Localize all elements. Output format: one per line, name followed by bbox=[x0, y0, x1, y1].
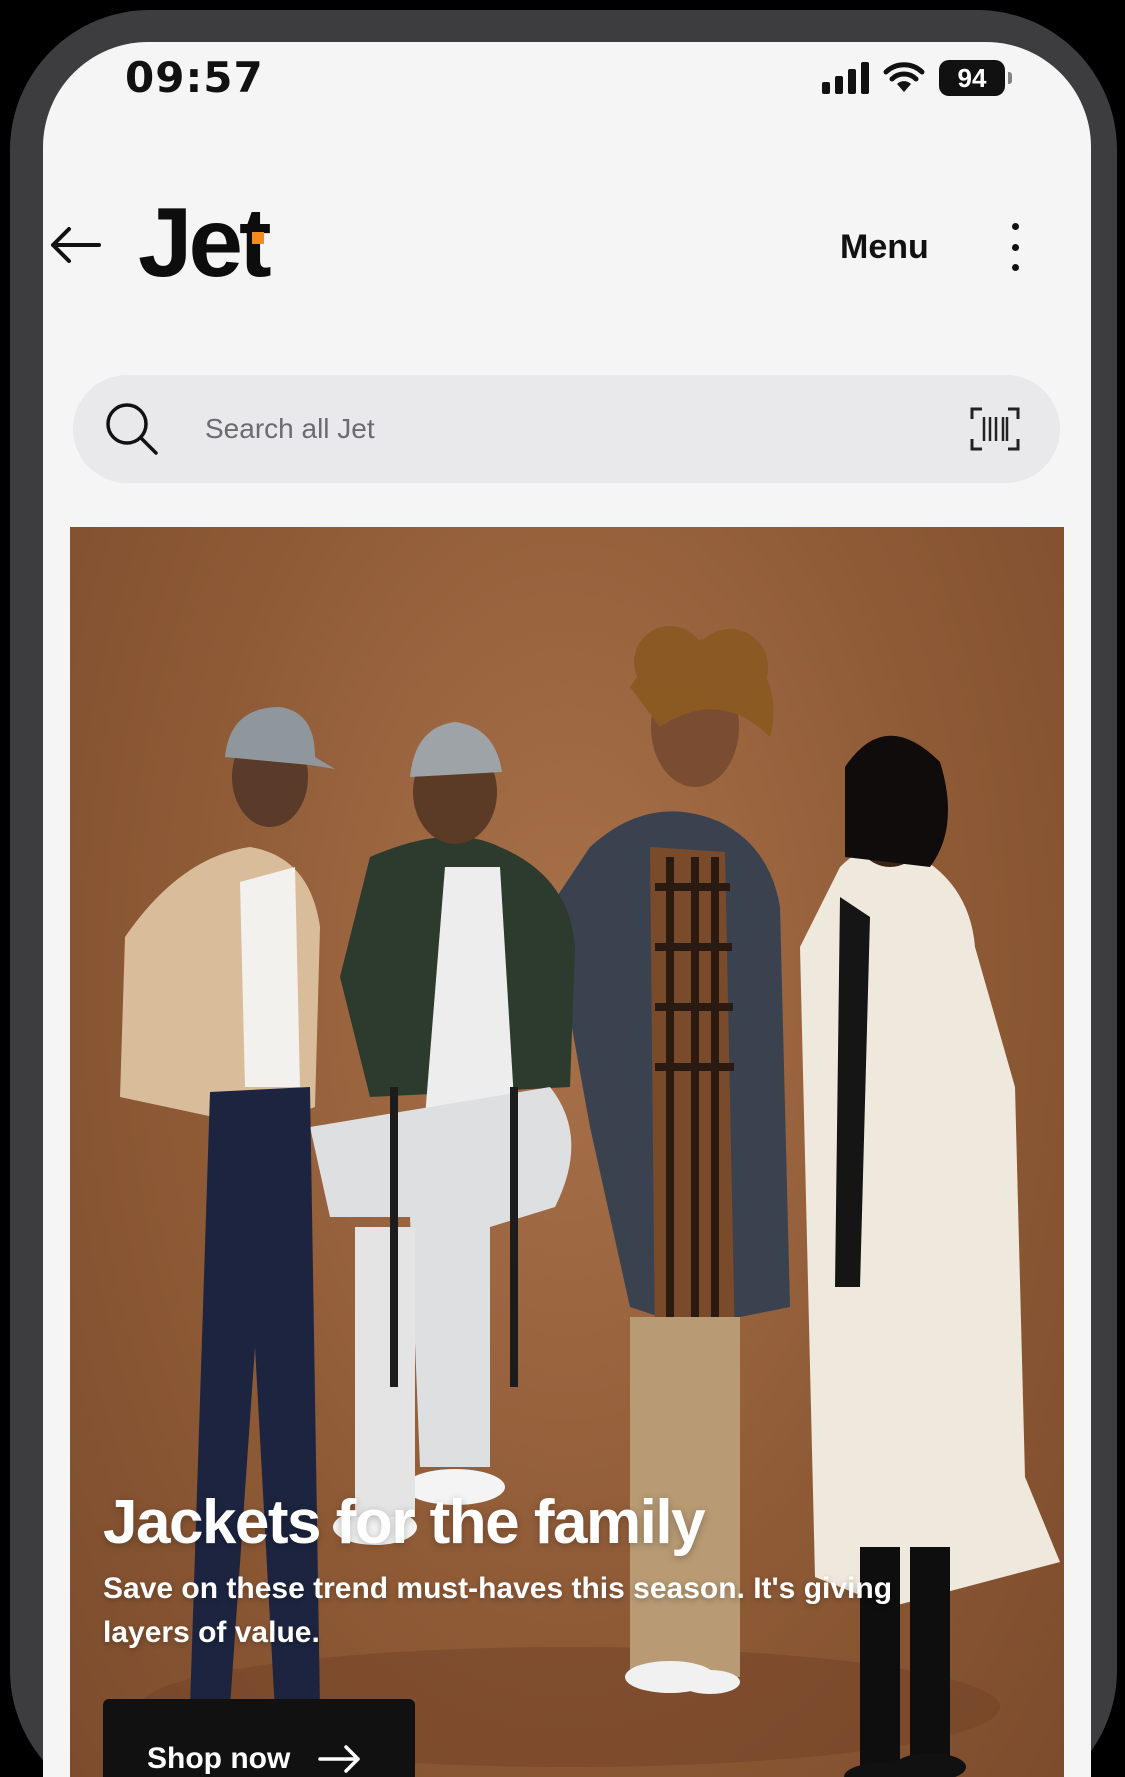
battery-indicator: 94 bbox=[939, 60, 1012, 96]
wifi-icon bbox=[883, 62, 925, 92]
back-button[interactable] bbox=[40, 215, 110, 275]
logo-accent-mark bbox=[251, 232, 264, 244]
hero-title: Jackets for the family bbox=[103, 1488, 706, 1557]
arrow-right-icon bbox=[318, 1745, 361, 1773]
search-icon bbox=[97, 394, 167, 464]
cellular-signal-icon bbox=[822, 62, 869, 94]
menu-button[interactable]: Menu bbox=[840, 228, 929, 267]
shop-now-label: Shop now bbox=[147, 1742, 291, 1775]
more-options-icon[interactable] bbox=[1000, 217, 1030, 277]
hero-banner[interactable]: Jackets for the family Save on these tre… bbox=[70, 527, 1064, 1777]
status-time: 09:57 bbox=[125, 53, 264, 102]
logo-text: Jet bbox=[138, 187, 272, 297]
jet-logo[interactable]: Jet bbox=[138, 192, 272, 292]
shop-now-button[interactable]: Shop now bbox=[103, 1699, 415, 1777]
status-icons: 94 bbox=[822, 58, 1012, 98]
barcode-scan-icon[interactable] bbox=[964, 398, 1026, 460]
arrow-left-icon bbox=[51, 227, 101, 263]
search-bar[interactable] bbox=[73, 375, 1060, 483]
hero-subtitle: Save on these trend must-haves this seas… bbox=[103, 1572, 893, 1649]
search-input[interactable] bbox=[205, 413, 964, 445]
